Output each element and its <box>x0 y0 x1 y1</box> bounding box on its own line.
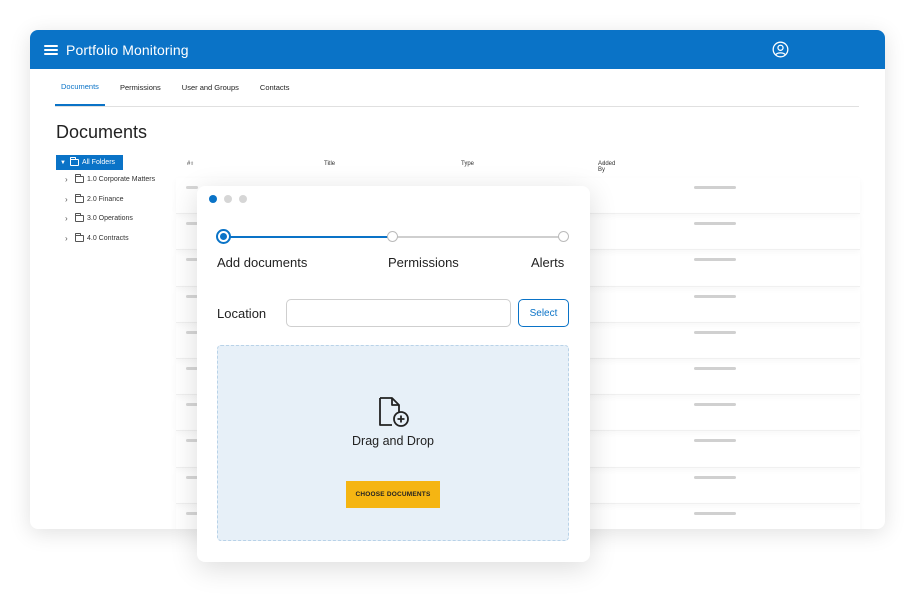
tree-item-label: 3.0 Operations <box>87 215 133 223</box>
drop-zone[interactable]: Drag and Drop CHOOSE DOCUMENTS <box>217 345 569 541</box>
page-title: Documents <box>56 122 148 142</box>
chevron-right-icon: › <box>65 194 68 204</box>
tab-bar: Documents Permissions User and Groups Co… <box>55 69 859 107</box>
select-button[interactable]: Select <box>518 299 569 327</box>
placeholder-bar <box>694 186 736 189</box>
step-node-active[interactable] <box>216 229 231 244</box>
tree-item-label: 2.0 Finance <box>87 195 124 203</box>
stepper-progress-line <box>222 236 392 238</box>
placeholder-bar <box>694 403 736 407</box>
tab-user-and-groups[interactable]: User and Groups <box>176 69 245 106</box>
folder-icon <box>75 174 84 184</box>
upload-modal: Add documents Permissions Alerts Locatio… <box>197 186 590 562</box>
tab-contacts[interactable]: Contacts <box>254 69 296 106</box>
drop-zone-text: Drag and Drop <box>352 434 434 448</box>
chevron-right-icon: › <box>65 233 68 243</box>
tree-item[interactable]: › 2.0 Finance <box>56 190 155 210</box>
folder-icon <box>75 213 84 223</box>
step-label-permissions: Permissions <box>388 255 459 270</box>
top-bar: Portfolio Monitoring <box>30 30 885 69</box>
folder-icon <box>75 232 84 242</box>
window-dot <box>239 195 247 203</box>
stepper-pending-line <box>392 236 564 238</box>
tab-permissions[interactable]: Permissions <box>114 69 167 106</box>
tree-item[interactable]: › 1.0 Corporate Matters <box>56 170 155 190</box>
chevron-right-icon: › <box>65 214 68 224</box>
sort-icon: ⬍ <box>190 161 195 167</box>
placeholder-bar <box>694 511 736 515</box>
placeholder-bar <box>694 475 736 479</box>
tab-documents[interactable]: Documents <box>55 69 105 106</box>
folder-icon <box>75 193 84 203</box>
chevron-right-icon: › <box>65 175 68 185</box>
placeholder-bar <box>694 330 736 334</box>
table-header: # ⬍ Title ⬍ Type ⬍ Added By ⬍ <box>187 161 616 173</box>
hamburger-icon[interactable] <box>44 44 58 55</box>
tree-item[interactable]: › 4.0 Contracts <box>56 229 155 249</box>
sort-icon: ⬍ <box>601 161 606 167</box>
file-add-icon <box>379 397 409 427</box>
placeholder-bar <box>694 366 736 370</box>
placeholder-bar <box>694 258 736 262</box>
stepper <box>216 229 569 244</box>
user-circle-icon[interactable] <box>772 41 789 58</box>
step-node[interactable] <box>558 231 569 242</box>
tree-item-label: 4.0 Contracts <box>87 234 129 242</box>
placeholder-bar <box>694 439 736 443</box>
location-label: Location <box>217 306 267 321</box>
placeholder-bar <box>694 222 736 226</box>
app-title: Portfolio Monitoring <box>66 41 189 58</box>
step-label-alerts: Alerts <box>531 255 565 270</box>
sort-icon: ⬍ <box>327 161 332 167</box>
window-controls <box>209 195 247 203</box>
step-node[interactable] <box>387 231 398 242</box>
placeholder-bar <box>694 294 736 298</box>
sort-icon: ⬍ <box>464 161 469 167</box>
tree-item-label: 1.0 Corporate Matters <box>87 176 156 184</box>
tree-item[interactable]: › 3.0 Operations <box>56 209 155 229</box>
window-dot <box>209 195 217 203</box>
location-input[interactable] <box>286 299 511 327</box>
window-dot <box>224 195 232 203</box>
placeholder-bar <box>186 186 198 189</box>
step-label-add-documents: Add documents <box>217 255 308 270</box>
choose-documents-button[interactable]: CHOOSE DOCUMENTS <box>346 481 440 508</box>
